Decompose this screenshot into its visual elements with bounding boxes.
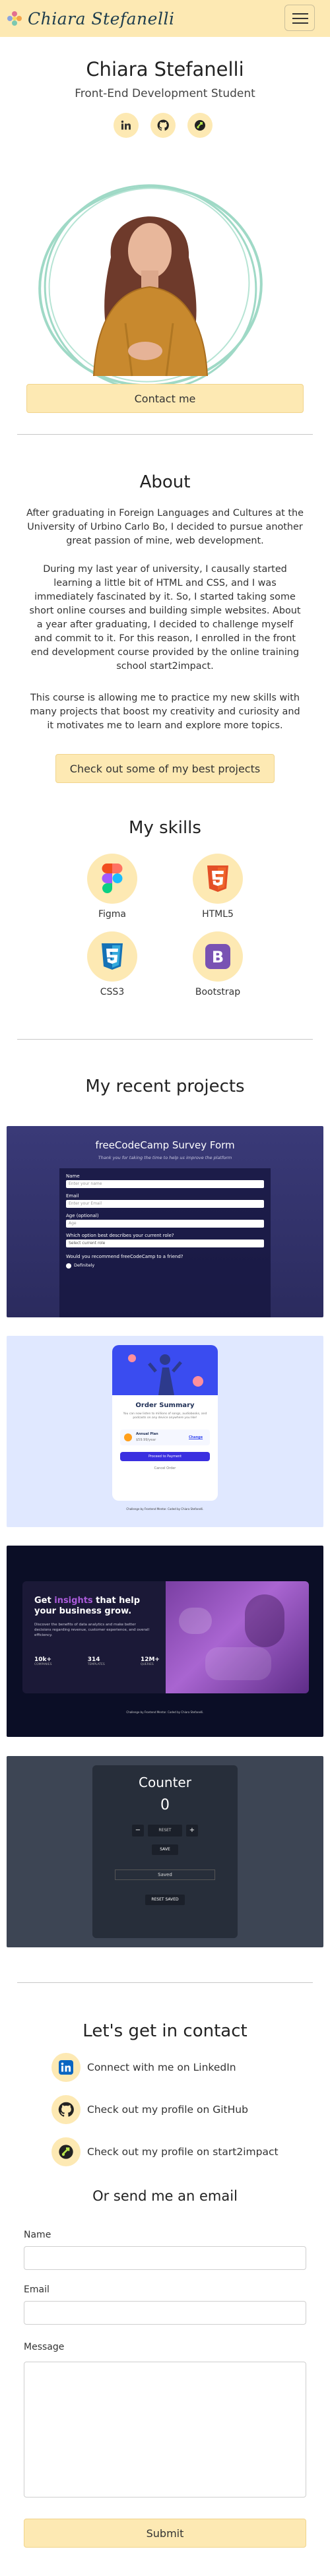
hero-subtitle: Front-End Development Student (75, 87, 255, 100)
contact-github-text: Check out my profile on GitHub (87, 2104, 248, 2116)
skill-label: Figma (98, 909, 127, 920)
skill-label: Bootstrap (195, 987, 241, 997)
navbar-toggle-button[interactable] (284, 5, 315, 31)
brand-name: Chiara Stefanelli (28, 9, 175, 28)
linkedin-icon (59, 2060, 73, 2075)
about-heading: About (139, 472, 191, 492)
skill-label: HTML5 (202, 909, 234, 920)
flower-logo-icon (7, 11, 22, 26)
contact-linkedin-text: Connect with me on LinkedIn (87, 2061, 236, 2073)
projects-button[interactable]: Check out some of my best projects (55, 754, 275, 783)
divider (17, 1982, 313, 1983)
contact-github-link[interactable]: Check out my profile on GitHub (51, 2095, 248, 2124)
hero-name: Chiara Stefanelli (86, 58, 244, 80)
order-hero-illustration (112, 1345, 218, 1395)
survey-form-panel: Name Enter your name Email Enter your Em… (59, 1168, 271, 1317)
email-input[interactable] (24, 2301, 306, 2325)
hamburger-icon (292, 13, 308, 15)
survey-title: freeCodeCamp Survey Form (95, 1139, 235, 1151)
message-label: Message (24, 2342, 65, 2352)
profile-portrait (38, 184, 263, 391)
email-label: Email (24, 2284, 50, 2295)
svg-text:B: B (212, 948, 224, 966)
html5-icon (207, 865, 228, 892)
start2impact-icon (195, 120, 205, 131)
contact-start2impact-text: Check out my profile on start2impact (87, 2146, 279, 2158)
start2impact-link[interactable] (187, 113, 213, 138)
contact-linkedin-link[interactable]: Connect with me on LinkedIn (51, 2053, 236, 2082)
brand-link[interactable]: Chiara Stefanelli (7, 7, 174, 30)
bootstrap-icon: B (205, 944, 230, 969)
name-label: Name (24, 2230, 51, 2240)
navbar: Chiara Stefanelli (0, 0, 330, 37)
skill-html5: HTML5 (178, 854, 257, 920)
github-link[interactable] (150, 113, 176, 138)
hero-socials (114, 113, 213, 138)
survey-subtitle: Thank you for taking the time to help us… (98, 1155, 232, 1160)
project-survey-form[interactable]: freeCodeCamp Survey Form Thank you for t… (7, 1126, 323, 1317)
about-paragraph-2: During my last year of university, I cau… (29, 564, 301, 672)
counter-panel: Counter 0 − RESET + SAVE Saved RESET SAV… (92, 1765, 238, 1938)
linkedin-link[interactable] (114, 113, 139, 138)
message-textarea[interactable] (24, 2362, 306, 2497)
github-icon (58, 2102, 74, 2117)
figma-icon (102, 864, 123, 893)
submit-button[interactable]: Submit (24, 2519, 306, 2548)
skills-heading: My skills (129, 818, 201, 838)
skill-css3: CSS3 (73, 931, 152, 997)
project-order-summary[interactable]: Order Summary You can now listen to mill… (7, 1336, 323, 1527)
contact-heading: Let's get in contact (82, 2021, 248, 2041)
start2impact-icon (59, 2145, 73, 2159)
music-icon (124, 1433, 132, 1441)
project-stats-preview[interactable]: Get insights that help your business gro… (7, 1546, 323, 1737)
stats-photo (166, 1581, 309, 1693)
contact-me-button[interactable]: Contact me (26, 384, 304, 413)
linkedin-icon (121, 120, 131, 130)
project-counter[interactable]: Counter 0 − RESET + SAVE Saved RESET SAV… (7, 1756, 323, 1947)
about-paragraph-3: This course is allowing me to practice m… (30, 693, 300, 731)
skill-figma: Figma (73, 854, 152, 920)
dancer-illustration (128, 1354, 203, 1395)
projects-heading: My recent projects (85, 1077, 245, 1096)
about-paragraph-1: After graduating in Foreign Languages an… (26, 508, 304, 546)
divider (17, 1039, 313, 1040)
skill-bootstrap: B Bootstrap (178, 931, 257, 997)
skill-label: CSS3 (100, 987, 125, 997)
contact-start2impact-link[interactable]: Check out my profile on start2impact (51, 2137, 279, 2166)
name-input[interactable] (24, 2246, 306, 2270)
css3-icon (102, 943, 123, 970)
email-heading: Or send me an email (92, 2188, 238, 2204)
stats-card: Get insights that help your business gro… (22, 1581, 309, 1693)
divider (17, 434, 313, 435)
order-card: Order Summary You can now listen to mill… (112, 1345, 218, 1501)
github-icon (157, 119, 169, 131)
